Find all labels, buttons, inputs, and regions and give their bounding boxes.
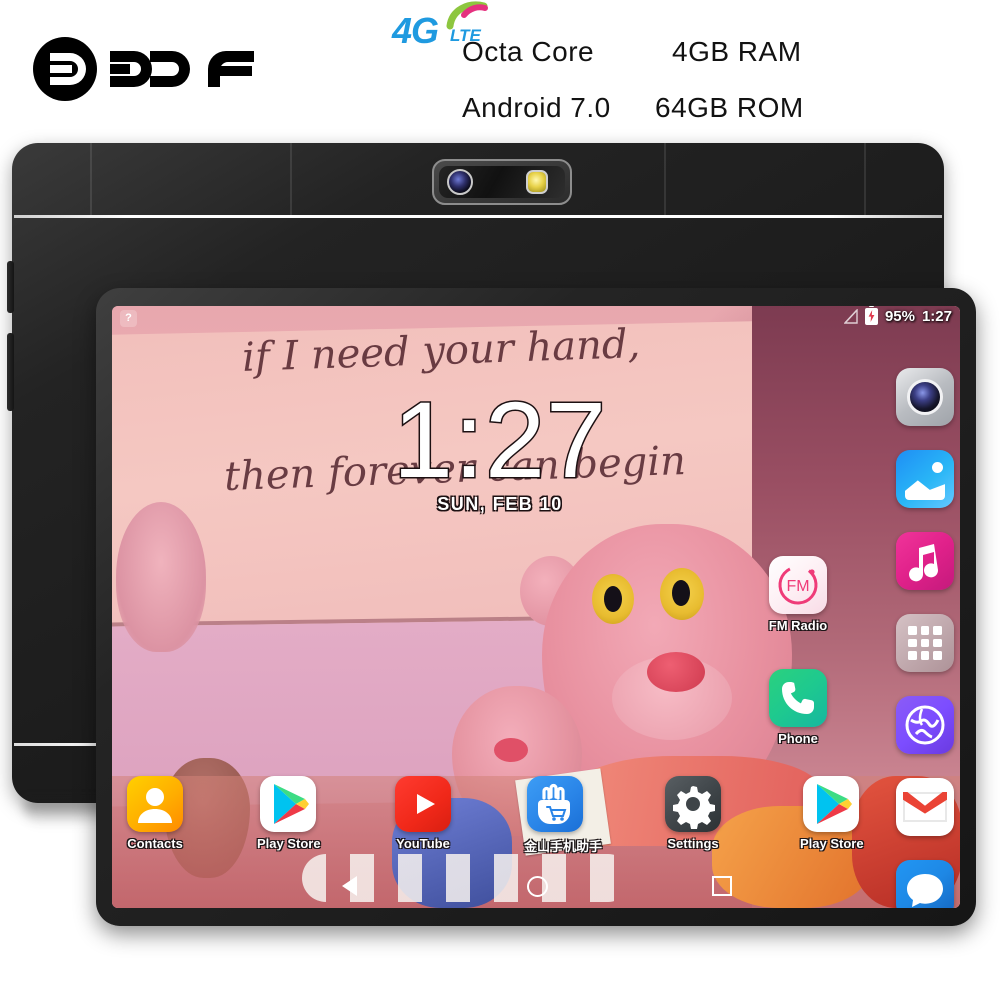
gallery-app-icon[interactable] — [896, 450, 954, 508]
app-drawer-icon[interactable] — [896, 614, 954, 672]
spec-rom: 64GB ROM — [655, 92, 804, 123]
play-store-icon-2 — [803, 776, 859, 832]
question-badge-icon: ? — [120, 310, 137, 327]
volume-down-button[interactable] — [7, 333, 14, 411]
back-seam-line — [664, 143, 666, 215]
tablet-front-panel: if I need your hand, then forever can be… — [96, 288, 976, 926]
svg-text:FM: FM — [786, 578, 809, 595]
jinshan-icon — [527, 776, 583, 832]
camera-app-icon[interactable] — [896, 368, 954, 426]
back-button-icon[interactable] — [342, 876, 357, 896]
play-triangle-glyph — [817, 784, 852, 824]
app-play-store[interactable]: Play Store — [257, 776, 321, 851]
spec-os: Android 7.0 — [462, 92, 611, 123]
volume-up-button[interactable] — [7, 261, 14, 313]
app-settings[interactable]: Settings — [662, 776, 724, 851]
hand-cart-glyph — [538, 783, 570, 824]
back-seam-line — [290, 143, 292, 215]
camera-lens-icon — [447, 169, 473, 195]
tablet-screen[interactable]: if I need your hand, then forever can be… — [112, 306, 960, 908]
contacts-icon — [127, 776, 183, 832]
spec-ram: 4GB RAM — [672, 36, 802, 67]
product-header: 4G LTE Octa Core 4GB RAM Android 7.0 64G… — [0, 0, 1000, 135]
home-button-icon[interactable] — [527, 876, 548, 897]
app-label: Settings — [667, 836, 719, 851]
browser-app-icon[interactable] — [896, 696, 954, 754]
antenna-band-top — [14, 215, 942, 218]
play-arrow-glyph — [417, 794, 435, 814]
music-app-icon[interactable] — [896, 532, 954, 590]
status-bar-clock: 1:27 — [921, 308, 952, 325]
app-play-store-2[interactable]: Play Store — [800, 776, 864, 851]
drawer-dots-glyph — [908, 626, 942, 660]
back-seam-line — [90, 143, 92, 215]
spec-cpu: Octa Core — [462, 36, 595, 67]
youtube-icon — [395, 776, 451, 832]
app-jinshan[interactable]: 金山手机助手 — [524, 776, 603, 855]
play-triangle-glyph — [274, 784, 309, 824]
clock-widget-time: 1:27 — [391, 379, 608, 500]
app-label: 金山手机助手 — [524, 839, 603, 854]
settings-icon — [665, 776, 721, 832]
gallery-sun-glyph — [932, 462, 943, 473]
no-signal-icon — [843, 309, 858, 324]
right-icon-rail — [896, 368, 954, 908]
gallery-mountain-glyph — [905, 480, 945, 500]
status-bar: ? 95% 1:27 — [112, 306, 960, 332]
app-label: Contacts — [127, 836, 183, 851]
app-youtube[interactable]: YouTube — [392, 776, 454, 851]
app-label: YouTube — [396, 836, 450, 851]
app-phone[interactable]: Phone — [767, 669, 829, 746]
app-label: Play Store — [257, 836, 321, 851]
bdf-brand-logo — [32, 36, 262, 102]
camera-flash-icon — [526, 170, 548, 194]
back-seam-line — [864, 143, 866, 215]
fm-radio-icon: FM — [769, 556, 827, 614]
gmail-app-icon[interactable] — [896, 778, 954, 836]
music-note-glyph — [909, 544, 939, 582]
app-label: Phone — [778, 731, 818, 746]
camera-lens-glyph — [907, 379, 943, 415]
charging-bolt-icon — [868, 310, 875, 322]
battery-percent-text: 95% — [884, 308, 915, 325]
clock-widget[interactable]: 1:27 SUN, FEB 10 — [360, 379, 640, 515]
android-navigation-bar — [112, 864, 960, 908]
app-label: FM Radio — [768, 618, 828, 633]
gear-glyph — [673, 786, 715, 829]
fm-circle-glyph: FM — [778, 565, 818, 605]
person-glyph — [138, 788, 172, 823]
app-label: Play Store — [800, 836, 864, 851]
globe-glyph — [905, 705, 945, 745]
play-store-icon — [260, 776, 316, 832]
status-bar-right-group: 95% 1:27 — [843, 306, 952, 325]
app-fm-radio[interactable]: FM FM Radio — [767, 556, 829, 633]
4g-text: 4G — [392, 10, 439, 51]
phone-handset-glyph — [782, 682, 814, 714]
phone-icon — [769, 669, 827, 727]
rear-camera-module — [432, 159, 572, 205]
recent-apps-button-icon[interactable] — [712, 876, 732, 896]
battery-charging-icon — [864, 306, 878, 325]
app-contacts[interactable]: Contacts — [124, 776, 186, 851]
